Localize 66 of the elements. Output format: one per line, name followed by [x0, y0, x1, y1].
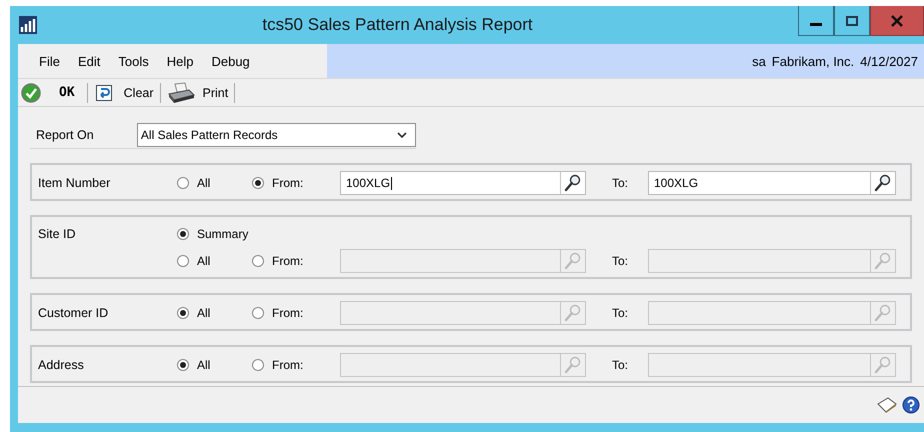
radio-label: From: — [272, 358, 304, 372]
company-name: Fabrikam, Inc. — [772, 54, 854, 68]
minimize-button[interactable] — [798, 6, 834, 36]
magnifier-icon — [874, 356, 892, 374]
radio-button[interactable] — [252, 177, 264, 189]
menu-item[interactable]: Debug — [203, 54, 258, 68]
maximize-icon — [846, 16, 858, 26]
radio-button[interactable] — [177, 359, 189, 371]
field-label: To: — [612, 306, 630, 320]
minimize-icon — [810, 23, 822, 26]
magnifier-icon — [564, 252, 582, 270]
clear-button[interactable]: Clear — [94, 80, 160, 104]
radio-label: All — [197, 306, 210, 320]
menu-item[interactable]: Tools — [110, 54, 157, 68]
field-label: To: — [612, 254, 630, 268]
magnifier-icon — [874, 252, 892, 270]
chevron-down-icon — [397, 132, 407, 138]
undo-icon — [96, 84, 112, 100]
note-icon — [876, 396, 898, 414]
magnifier-icon — [564, 304, 582, 322]
radio-button[interactable] — [177, 228, 189, 240]
from-field[interactable]: 100XLG — [340, 171, 586, 195]
user-date: 4/12/2027 — [860, 54, 918, 68]
radio-button[interactable] — [252, 307, 264, 319]
radio-label: All — [197, 358, 210, 372]
window-title: tcs50 Sales Pattern Analysis Report — [261, 15, 534, 35]
radio-button[interactable] — [252, 359, 264, 371]
field-value: 100XLG — [654, 176, 698, 190]
radio-label: From: — [272, 254, 304, 268]
radio-label: From: — [272, 176, 304, 190]
field-label: To: — [612, 358, 630, 372]
close-button[interactable] — [870, 6, 924, 36]
user-name: sa — [752, 54, 766, 68]
field-label: Report On — [35, 128, 95, 142]
radio-label: All — [197, 254, 210, 268]
field-label: To: — [612, 176, 630, 190]
menu-item[interactable]: Edit — [70, 54, 108, 68]
maximize-button[interactable] — [834, 6, 870, 36]
field-label: Address — [38, 358, 85, 372]
radio-label: Summary — [197, 227, 248, 241]
magnifier-icon — [874, 304, 892, 322]
magnifier-icon — [564, 174, 582, 192]
chart-icon — [19, 16, 37, 34]
field-label: Customer ID — [38, 306, 110, 320]
radio-label: All — [197, 176, 210, 190]
field-label: Site ID — [38, 227, 77, 241]
help-icon — [902, 396, 920, 414]
radio-button[interactable] — [177, 255, 189, 267]
radio-button[interactable] — [252, 255, 264, 267]
magnifier-icon — [874, 174, 892, 192]
print-button[interactable]: Print — [166, 80, 234, 104]
field-value: 100XLG — [346, 176, 390, 190]
report-dropdown[interactable]: All Sales Pattern Records — [136, 123, 416, 147]
printer-icon — [166, 82, 195, 104]
radio-button[interactable] — [177, 307, 189, 319]
ok-button[interactable]: OK — [21, 80, 87, 104]
field-label: Item Number — [38, 176, 112, 190]
dropdown-value: All Sales Pattern Records — [140, 128, 278, 142]
check-icon — [21, 82, 41, 102]
radio-button[interactable] — [177, 177, 189, 189]
menu-item[interactable]: Help — [158, 54, 202, 68]
close-icon — [891, 14, 903, 26]
radio-label: From: — [272, 306, 304, 320]
menu-item[interactable]: File — [31, 54, 68, 68]
magnifier-icon — [564, 356, 582, 374]
to-field[interactable]: 100XLG — [648, 171, 896, 195]
